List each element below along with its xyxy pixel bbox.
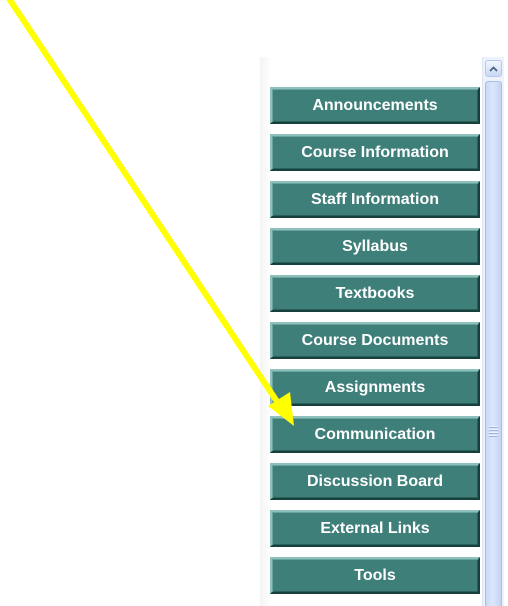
arrow-icon [6, 0, 294, 426]
arrow-shaft [6, 0, 289, 417]
screenshot-stage: Announcements Course Information Staff I… [0, 0, 508, 606]
